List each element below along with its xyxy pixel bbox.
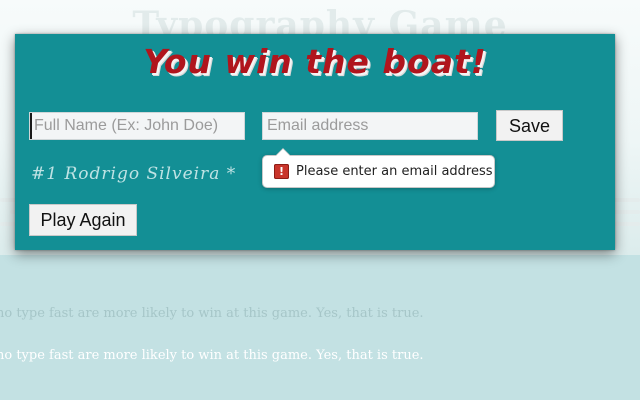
- leaderboard-entry: #1 Rodrigo Silveira *: [31, 164, 237, 184]
- validation-tooltip: ! Please enter an email address: [262, 148, 495, 188]
- game-text-line: ho type fast are more likely to win at t…: [0, 348, 424, 363]
- win-heading: You win the boat!: [143, 42, 487, 81]
- full-name-input[interactable]: [29, 112, 245, 140]
- play-again-button[interactable]: Play Again: [29, 204, 137, 236]
- warning-icon: !: [274, 164, 289, 179]
- email-input[interactable]: [262, 112, 478, 140]
- game-text-line: ho type fast are more likely to win at t…: [0, 306, 424, 321]
- win-dialog: You win the boat! Save #1 Rodrigo Silvei…: [15, 34, 615, 250]
- validation-message: Please enter an email address: [296, 164, 493, 179]
- save-button[interactable]: Save: [496, 110, 563, 141]
